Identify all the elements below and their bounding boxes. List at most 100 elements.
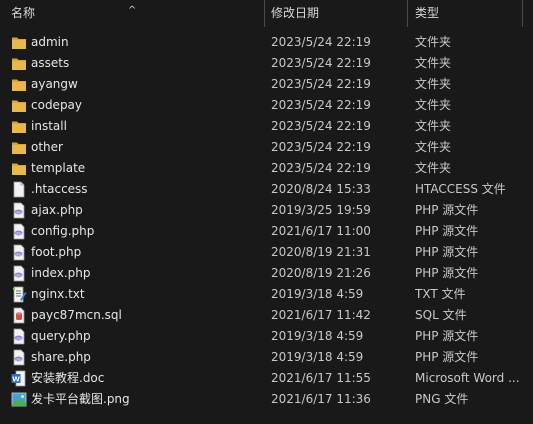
- file-name: other: [31, 140, 63, 154]
- file-type: 文件夹: [415, 140, 452, 154]
- file-name: 安装教程.doc: [31, 371, 105, 385]
- file-type: TXT 文件: [415, 287, 466, 301]
- file-row[interactable]: 发卡平台截图.png 2021/6/17 11:36 PNG 文件: [0, 389, 533, 410]
- file-modified-date: 2023/5/24 22:19: [271, 98, 371, 112]
- file-name: query.php: [31, 329, 91, 343]
- file-row[interactable]: other 2023/5/24 22:19 文件夹: [0, 137, 533, 158]
- folder-icon: [11, 34, 27, 51]
- svg-text:php: php: [15, 273, 21, 277]
- file-type: HTACCESS 文件: [415, 182, 506, 196]
- file-row[interactable]: nginx.txt 2019/3/18 4:59 TXT 文件: [0, 284, 533, 305]
- image-file-icon: [11, 391, 27, 408]
- file-type: PHP 源文件: [415, 350, 479, 364]
- file-name: config.php: [31, 224, 95, 238]
- file-modified-date: 2023/5/24 22:19: [271, 77, 371, 91]
- file-type: Microsoft Word ...: [415, 371, 520, 385]
- column-header-name[interactable]: 名称 ^: [0, 0, 264, 27]
- file-modified-date: 2021/6/17 11:42: [271, 308, 371, 322]
- file-name: foot.php: [31, 245, 82, 259]
- file-name: ayangw: [31, 77, 78, 91]
- svg-text:php: php: [15, 231, 21, 235]
- file-type: PHP 源文件: [415, 203, 479, 217]
- file-row[interactable]: install 2023/5/24 22:19 文件夹: [0, 116, 533, 137]
- folder-icon: [11, 160, 27, 177]
- file-type: 文件夹: [415, 119, 452, 133]
- file-type: SQL 文件: [415, 308, 467, 322]
- file-row[interactable]: php index.php 2020/8/19 21:26 PHP 源文件: [0, 263, 533, 284]
- file-row[interactable]: php share.php 2019/3/18 4:59 PHP 源文件: [0, 347, 533, 368]
- file-explorer: 名称 ^ 修改日期 类型 admin 2023/5/24 22:19 文件夹 a…: [0, 0, 533, 424]
- php-file-icon: php: [11, 223, 27, 240]
- file-row[interactable]: php config.php 2021/6/17 11:00 PHP 源文件: [0, 221, 533, 242]
- folder-icon: [11, 118, 27, 135]
- svg-text:W: W: [12, 375, 20, 383]
- file-name: codepay: [31, 98, 83, 112]
- file-name: 发卡平台截图.png: [31, 392, 130, 406]
- file-name: ajax.php: [31, 203, 83, 217]
- file-type: PNG 文件: [415, 392, 469, 406]
- blank-file-icon: [11, 181, 27, 198]
- svg-text:php: php: [15, 252, 21, 256]
- word-document-icon: W: [11, 370, 27, 387]
- sort-ascending-icon: ^: [128, 5, 137, 16]
- file-modified-date: 2020/8/19 21:26: [271, 266, 371, 280]
- file-row[interactable]: ayangw 2023/5/24 22:19 文件夹: [0, 74, 533, 95]
- svg-text:php: php: [15, 336, 21, 340]
- file-name: admin: [31, 35, 69, 49]
- svg-text:php: php: [15, 210, 21, 214]
- php-file-icon: php: [11, 202, 27, 219]
- file-type: 文件夹: [415, 77, 452, 91]
- file-type: 文件夹: [415, 56, 452, 70]
- file-row[interactable]: php query.php 2019/3/18 4:59 PHP 源文件: [0, 326, 533, 347]
- file-type: 文件夹: [415, 35, 452, 49]
- file-modified-date: 2023/5/24 22:19: [271, 56, 371, 70]
- folder-icon: [11, 76, 27, 93]
- file-row[interactable]: php ajax.php 2019/3/25 19:59 PHP 源文件: [0, 200, 533, 221]
- file-type: PHP 源文件: [415, 245, 479, 259]
- file-row[interactable]: W 安装教程.doc 2021/6/17 11:55 Microsoft Wor…: [0, 368, 533, 389]
- file-name: index.php: [31, 266, 91, 280]
- folder-icon: [11, 55, 27, 72]
- php-file-icon: php: [11, 244, 27, 261]
- column-header-date[interactable]: 修改日期: [265, 0, 407, 27]
- column-header-type[interactable]: 类型: [408, 0, 522, 27]
- file-modified-date: 2019/3/18 4:59: [271, 350, 364, 364]
- file-name: install: [31, 119, 67, 133]
- column-type-label: 类型: [415, 6, 440, 20]
- file-row[interactable]: template 2023/5/24 22:19 文件夹: [0, 158, 533, 179]
- file-modified-date: 2019/3/18 4:59: [271, 329, 364, 343]
- file-type: 文件夹: [415, 161, 452, 175]
- file-row[interactable]: codepay 2023/5/24 22:19 文件夹: [0, 95, 533, 116]
- file-list: admin 2023/5/24 22:19 文件夹 assets 2023/5/…: [0, 32, 533, 410]
- sql-file-icon: [11, 307, 27, 324]
- file-row[interactable]: admin 2023/5/24 22:19 文件夹: [0, 32, 533, 53]
- file-row[interactable]: php foot.php 2020/8/19 21:31 PHP 源文件: [0, 242, 533, 263]
- file-type: 文件夹: [415, 98, 452, 112]
- column-name-label: 名称: [11, 6, 36, 20]
- file-name: template: [31, 161, 86, 175]
- folder-icon: [11, 139, 27, 156]
- file-name: nginx.txt: [31, 287, 85, 301]
- file-modified-date: 2021/6/17 11:36: [271, 392, 371, 406]
- text-file-icon: [11, 286, 27, 303]
- file-modified-date: 2021/6/17 11:55: [271, 371, 371, 385]
- file-row[interactable]: payc87mcn.sql 2021/6/17 11:42 SQL 文件: [0, 305, 533, 326]
- file-name: payc87mcn.sql: [31, 308, 122, 322]
- column-date-label: 修改日期: [271, 6, 320, 20]
- file-row[interactable]: .htaccess 2020/8/24 15:33 HTACCESS 文件: [0, 179, 533, 200]
- file-modified-date: 2020/8/24 15:33: [271, 182, 371, 196]
- folder-icon: [11, 97, 27, 114]
- file-modified-date: 2019/3/25 19:59: [271, 203, 371, 217]
- file-modified-date: 2023/5/24 22:19: [271, 119, 371, 133]
- php-file-icon: php: [11, 349, 27, 366]
- file-name: assets: [31, 56, 70, 70]
- svg-text:php: php: [15, 357, 21, 361]
- file-modified-date: 2023/5/24 22:19: [271, 35, 371, 49]
- file-modified-date: 2023/5/24 22:19: [271, 161, 371, 175]
- file-modified-date: 2020/8/19 21:31: [271, 245, 371, 259]
- file-name: share.php: [31, 350, 91, 364]
- file-type: PHP 源文件: [415, 329, 479, 343]
- file-row[interactable]: assets 2023/5/24 22:19 文件夹: [0, 53, 533, 74]
- column-divider[interactable]: [522, 0, 523, 27]
- file-modified-date: 2023/5/24 22:19: [271, 140, 371, 154]
